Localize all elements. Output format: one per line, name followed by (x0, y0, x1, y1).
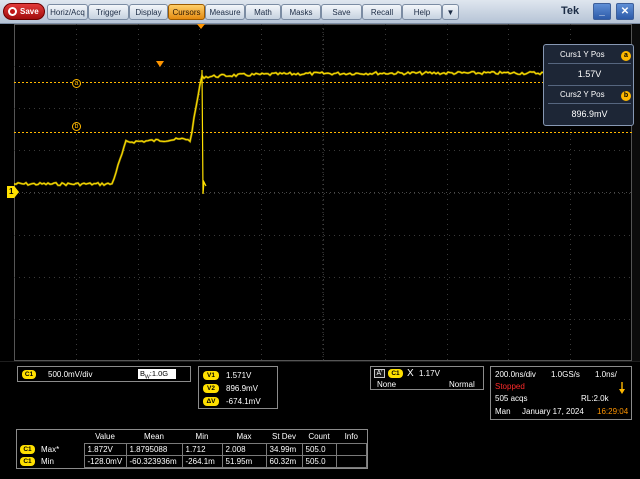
channel1-badge: C1 (22, 370, 36, 379)
trigger-info-panel[interactable]: A' C1 X 1.17V None Normal (370, 366, 484, 390)
waveform-graticule[interactable] (14, 24, 632, 361)
divider (548, 103, 631, 104)
cursor-b-label[interactable]: b (72, 122, 81, 131)
cell-max: 51.95m (221, 454, 267, 468)
menu-math[interactable]: Math (245, 4, 281, 20)
menu-masks[interactable]: Masks (281, 4, 321, 20)
cell-mean: 1.8795088 (125, 442, 183, 456)
menu-bar: Save Horiz/Acq Trigger Display Cursors M… (0, 0, 640, 24)
measurement-grid: Value Mean Min Max St Dev Count Info C1 … (17, 430, 367, 468)
menu-horiz-acq[interactable]: Horiz/Acq (47, 4, 88, 20)
menu-cursors[interactable]: Cursors (168, 4, 205, 20)
cursor-readout-box: Curs1 Y Pos a 1.57V Curs2 Y Pos b 896.9m… (543, 44, 634, 126)
menu-help[interactable]: Help (402, 4, 442, 20)
channel1-scale: 500.0mV/div (48, 370, 93, 379)
table-row[interactable]: C1 Max* 1.872V 1.8795088 1.712 2.008 34.… (17, 442, 367, 456)
cell-stdev: 60.32m (265, 454, 303, 468)
voltage-cursor-panel[interactable]: V1 1.571V V2 896.9mV ΔV -674.1mV (198, 366, 278, 409)
header-spacer (17, 430, 38, 443)
cell-stdev: 34.99m (265, 442, 303, 456)
menu-trigger[interactable]: Trigger (88, 4, 129, 20)
cell-count: 505.0 (301, 454, 337, 468)
trigger-level-icon[interactable] (156, 61, 164, 67)
menu-dropdown-icon[interactable]: ▼ (442, 4, 459, 20)
menu-save[interactable]: Save (321, 4, 362, 20)
record-length: RL:2.0k (581, 394, 609, 403)
curs2-value: 896.9mV (571, 109, 608, 119)
divider (548, 63, 631, 64)
cell-mean: -60.323936m (125, 454, 183, 468)
trigger-arrow-icon (619, 381, 625, 394)
row-label: Max* (41, 444, 60, 454)
date-prefix: Man (495, 407, 511, 416)
curs2-badge: b (621, 91, 631, 101)
time: 16:29:04 (597, 407, 629, 416)
measurement-header-row: Value Mean Min Max St Dev Count Info (17, 430, 367, 443)
row-badge-cell: C1 (17, 455, 38, 467)
curs1-badge: a (621, 51, 631, 61)
header-mean: Mean (143, 431, 164, 441)
save-button-label: Save (20, 7, 39, 16)
header-value: Value (95, 431, 115, 441)
trigger-mode: Normal (449, 380, 475, 389)
cell-value: 1.872V (83, 442, 127, 456)
trigger-a-badge: A' (374, 369, 385, 378)
acquisition-panel[interactable]: 200.0ns/div 1.0GS/s 1.0ns/ Stopped 505 a… (490, 366, 632, 420)
v2-value: 896.9mV (226, 384, 259, 393)
resolution: 1.0ns/ (595, 370, 617, 379)
trigger-position-icon[interactable] (197, 24, 205, 29)
record-icon (8, 7, 17, 16)
close-icon[interactable]: ✕ (616, 3, 634, 20)
menu-display[interactable]: Display (129, 4, 168, 20)
acquisition-state: Stopped (495, 382, 525, 391)
save-button[interactable]: Save (3, 3, 45, 20)
row-channel-badge: C1 (20, 457, 35, 466)
measurement-table[interactable]: Value Mean Min Max St Dev Count Info C1 … (16, 429, 368, 469)
menu-recall[interactable]: Recall (362, 4, 402, 20)
cell-count: 505.0 (301, 442, 337, 456)
minimize-icon[interactable]: _ (593, 3, 611, 20)
bandwidth-value: :1.0G (149, 369, 169, 378)
cell-min: 1.712 (181, 442, 223, 456)
v1-badge: V1 (203, 371, 219, 380)
v1-value: 1.571V (226, 371, 252, 380)
header-info: Info (344, 431, 358, 441)
timebase: 200.0ns/div (495, 370, 536, 379)
cell-value: -128.0mV (83, 454, 127, 468)
delta-v-badge: ΔV (203, 397, 219, 406)
cell-info (335, 442, 367, 456)
channel1-info-panel[interactable]: C1 500.0mV/div BW:1.0G (17, 366, 191, 382)
graticule-svg (14, 24, 632, 361)
header-min: Min (195, 431, 209, 441)
cursor-a-label[interactable]: a (72, 79, 81, 88)
date: January 17, 2024 (522, 407, 584, 416)
row-label: Min (41, 456, 54, 466)
trigger-slope-icon: X (407, 368, 414, 379)
acquisition-count: 505 acqs (495, 394, 528, 403)
sample-rate: 1.0GS/s (551, 370, 580, 379)
bandwidth-limit: BW:1.0G (138, 369, 176, 381)
row-channel-badge: C1 (20, 445, 35, 454)
trigger-arrow-svg (619, 382, 625, 394)
cell-min: -264.1m (181, 454, 223, 468)
curs1-title: Curs1 Y Pos (560, 50, 605, 59)
cell-max: 2.008 (221, 442, 267, 456)
divider (548, 85, 631, 86)
v2-badge: V2 (203, 384, 219, 393)
curs2-title: Curs2 Y Pos (560, 90, 605, 99)
curs1-value: 1.57V (577, 69, 602, 79)
table-row[interactable]: C1 Min -128.0mV -60.323936m -264.1m 51.9… (17, 454, 367, 468)
delta-v-value: -674.1mV (226, 397, 261, 406)
menu-measure[interactable]: Measure (205, 4, 245, 20)
brand-logo: Tek (561, 5, 580, 17)
row-badge-cell: C1 (17, 443, 38, 455)
trigger-level: 1.17V (419, 369, 440, 378)
header-max: Max (236, 431, 252, 441)
header-stdev: St Dev (271, 431, 296, 441)
trigger-coupling: None (377, 380, 397, 389)
header-count: Count (308, 431, 330, 441)
cell-info (335, 454, 367, 468)
trigger-channel-badge: C1 (388, 369, 403, 378)
header-spacer (38, 430, 84, 443)
